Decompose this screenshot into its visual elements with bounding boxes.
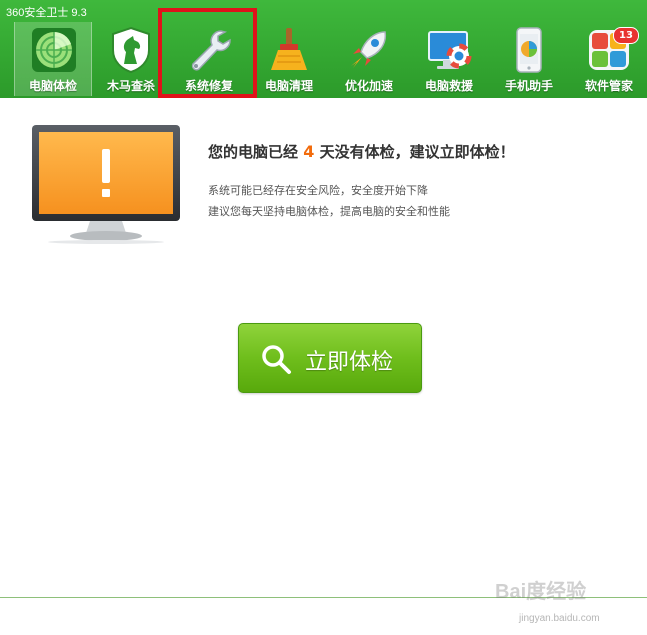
headline-prefix: 您的电脑已经 <box>208 143 299 161</box>
search-icon <box>262 345 291 374</box>
horse-shield-icon <box>112 26 150 74</box>
wrench-icon <box>191 30 231 71</box>
tab-disk-cleanup[interactable]: 电脑清理 <box>250 22 328 96</box>
checkup-status-headline: 您的电脑已经 4 天没有体检，建议立即体检！ <box>208 141 515 162</box>
watermark-url: jingyan.baidu.com <box>519 613 600 624</box>
tab-label: 手机助手 <box>504 79 553 93</box>
phone-icon <box>516 27 542 73</box>
tab-pc-rescue[interactable]: 电脑救援 <box>410 22 488 96</box>
tab-label: 电脑体检 <box>28 79 77 93</box>
watermark-logo: Bai度经验 <box>495 581 587 603</box>
warning-monitor-icon <box>32 125 180 244</box>
headline-suffix: 天没有体检，建议立即体检！ <box>319 143 515 161</box>
days-since-checkup: 4 <box>303 142 315 161</box>
risk-message: 系统可能已经存在安全风险，安全度开始下降 <box>208 184 428 197</box>
main-toolbar: 电脑体检 木马查杀 系统修复 电脑清理 优化加速 电脑救援 手机助手 软件管家 <box>0 0 647 98</box>
tab-computer-checkup[interactable]: 电脑体检 <box>14 22 92 96</box>
tab-label: 软件管家 <box>584 79 633 93</box>
tab-system-repair[interactable]: 系统修复 <box>170 22 248 96</box>
rocket-icon <box>351 31 387 68</box>
lifebuoy-monitor-icon <box>428 31 472 69</box>
tab-label: 系统修复 <box>184 79 233 93</box>
tab-label: 电脑救援 <box>424 79 473 93</box>
radar-icon <box>32 28 76 72</box>
update-count-badge: 13 <box>613 27 639 44</box>
tab-label: 优化加速 <box>344 79 393 93</box>
tab-label: 木马查杀 <box>106 79 155 93</box>
scan-now-button[interactable]: 立即体检 <box>238 323 422 393</box>
tab-trojan-scan[interactable]: 木马查杀 <box>92 22 170 96</box>
tab-speed-up[interactable]: 优化加速 <box>330 22 408 96</box>
tab-phone-assistant[interactable]: 手机助手 <box>490 22 568 96</box>
advice-message: 建议您每天坚持电脑体检，提高电脑的安全和性能 <box>208 205 450 218</box>
tab-label: 电脑清理 <box>264 79 313 93</box>
title-bar: 360安全卫士 9.3 电脑体检 木马查杀 系统修复 电脑清理 优化加速 电脑救… <box>0 0 647 98</box>
broom-icon <box>271 28 307 70</box>
scan-now-label: 立即体检 <box>305 350 394 375</box>
